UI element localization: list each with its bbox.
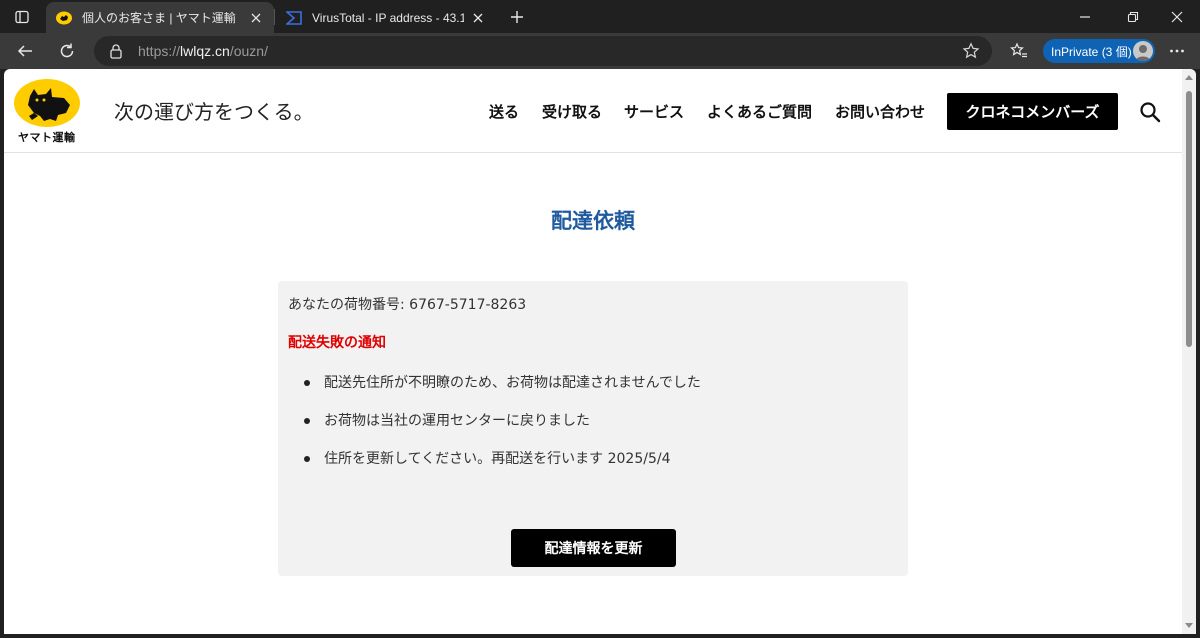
url-path: /ouzn/ [229,43,268,59]
web-page: ヤマト運輸 次の運び方をつくる。 送る 受け取る サービス よくあるご質問 お問… [4,69,1196,634]
brand-name: ヤマト運輸 [18,132,76,144]
notice-list: 配送先住所が不明瞭のため、お荷物は配達されませんでした お荷物は当社の運用センタ… [304,373,701,487]
inprivate-badge[interactable]: InPrivate (3 個) [1043,39,1155,63]
url-text: https://lwlqz.cn/ouzn/ [138,43,268,59]
update-delivery-info-button[interactable]: 配達情報を更新 [511,529,676,567]
tab-title: VirusTotal - IP address - 43.165.13 [312,10,464,25]
tab-actions-button[interactable] [6,4,38,30]
scrollbar-thumb[interactable] [1186,91,1192,347]
close-window-button[interactable] [1154,0,1200,33]
new-tab-button[interactable] [504,4,530,30]
tab-strip: 個人のお客さま | ヤマト運輸 VirusTotal - IP address … [0,0,1200,33]
kuroneko-members-button[interactable]: クロネコメンバーズ [947,93,1118,130]
tab-actions-icon [15,10,29,24]
avatar-person-icon [1136,45,1150,61]
tab-virustotal[interactable]: VirusTotal - IP address - 43.165.13 [276,2,496,33]
back-button[interactable] [10,36,40,66]
tab-yamato[interactable]: 個人のお客さま | ヤマト運輸 [46,2,274,33]
nav-send[interactable]: 送る [489,101,519,122]
close-icon [1171,11,1183,22]
minimize-icon [1080,15,1090,18]
restore-icon [1127,11,1139,22]
page-title: 配達依頼 [551,209,635,233]
tab-close-icon[interactable] [248,10,264,26]
scroll-up-arrow-icon[interactable] [1185,75,1193,80]
favorites-list-icon [1010,42,1027,58]
delivery-failure-notice: 配送失敗の通知 [288,335,386,351]
favorite-star-icon[interactable] [962,42,980,60]
nav-services[interactable]: サービス [624,101,684,122]
address-bar[interactable]: https://lwlqz.cn/ouzn/ [94,36,992,66]
more-dots-icon [1170,49,1184,53]
settings-more-button[interactable] [1162,36,1192,66]
inprivate-label: InPrivate (3 個) [1051,44,1132,59]
yamato-favicon-icon [56,10,72,26]
minimize-button[interactable] [1062,0,1108,33]
lock-icon[interactable] [108,43,124,59]
refresh-icon [60,43,74,58]
back-arrow-icon [17,45,32,57]
url-scheme: https:// [138,43,181,59]
browser-toolbar: https://lwlqz.cn/ouzn/ InPrivate (3 個) [0,33,1200,69]
nav-receive[interactable]: 受け取る [542,101,602,122]
page-scrollbar[interactable] [1182,69,1196,634]
virustotal-favicon-icon [286,10,302,26]
yamato-logo[interactable]: ヤマト運輸 [14,79,80,144]
site-search-button[interactable] [1137,99,1163,125]
tab-divider [274,9,275,25]
black-cat-logo-icon [28,88,70,121]
tab-title: 個人のお客さま | ヤマト運輸 [82,11,236,25]
favorites-button[interactable] [1004,36,1034,66]
restore-button[interactable] [1110,0,1156,33]
scroll-down-arrow-icon[interactable] [1185,623,1193,628]
tracking-number: あなたの荷物番号: 6767-5717-8263 [288,297,527,313]
profile-avatar[interactable] [1133,41,1153,61]
plus-icon [511,11,523,23]
url-host: lwlqz.cn [180,43,230,59]
list-item: 配送先住所が不明瞭のため、お荷物は配達されませんでした [304,373,701,411]
search-icon [1140,102,1161,123]
tab-close-icon[interactable] [470,10,486,26]
delivery-notice-card: あなたの荷物番号: 6767-5717-8263 配送失敗の通知 配送先住所が不… [278,281,908,576]
nav-contact[interactable]: お問い合わせ [835,101,925,122]
refresh-button[interactable] [52,36,82,66]
nav-faq[interactable]: よくあるご質問 [707,101,812,122]
list-item: 住所を更新してください。再配送を行います 2025/5/4 [304,449,701,487]
site-header: ヤマト運輸 次の運び方をつくる。 送る 受け取る サービス よくあるご質問 お問… [4,69,1182,153]
site-slogan: 次の運び方をつくる。 [114,100,314,124]
list-item: お荷物は当社の運用センターに戻りました [304,411,701,449]
